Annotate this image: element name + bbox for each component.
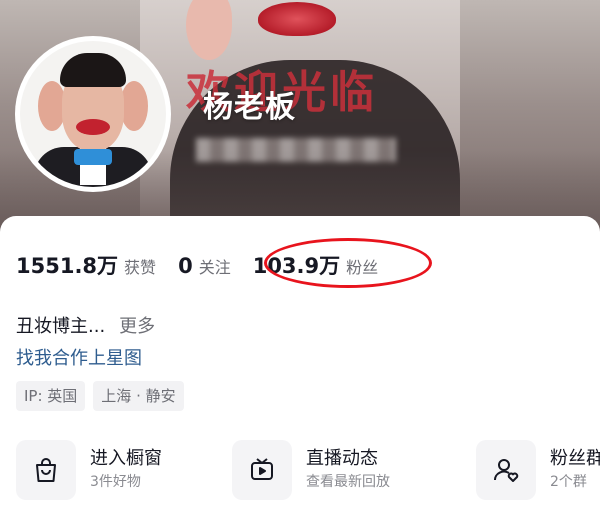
stat-likes[interactable]: 1551.8万 获赞 bbox=[16, 250, 156, 280]
profile-tags: IP: 英国 上海 · 静安 bbox=[16, 381, 192, 411]
feature-live-updates-text: 直播动态 查看最新回放 bbox=[306, 447, 390, 493]
live-tv-icon bbox=[232, 440, 292, 500]
feature-subtitle: 3件好物 bbox=[90, 474, 141, 490]
avatar-ear-right bbox=[120, 81, 148, 131]
tag-city: 上海 · 静安 bbox=[93, 381, 184, 411]
feature-entries: 进入橱窗 3件好物 直播动态 查看最新回放 粉丝群 2个群 bbox=[16, 438, 600, 502]
feature-shop-window[interactable]: 进入橱窗 3件好物 bbox=[16, 438, 162, 502]
profile-bio: 丑妆博主... 更多 bbox=[16, 312, 155, 338]
followers-highlight-circle bbox=[264, 238, 432, 288]
stat-following-value: 0 bbox=[178, 254, 193, 278]
feature-title: 直播动态 bbox=[306, 448, 378, 469]
avatar-image bbox=[20, 41, 166, 187]
profile-info-card: 1551.8万 获赞 0 关注 103.9万 粉丝 丑妆博主... 更多 找我合… bbox=[0, 216, 600, 516]
avatar-lips bbox=[76, 119, 110, 135]
stat-following-label: 关注 bbox=[198, 258, 231, 277]
banner-person-lips bbox=[258, 2, 336, 36]
feature-fan-group-text: 粉丝群 2个群 bbox=[550, 447, 600, 493]
feature-subtitle: 2个群 bbox=[550, 474, 587, 490]
feature-fan-group[interactable]: 粉丝群 2个群 bbox=[476, 438, 600, 502]
tag-ip-location: IP: 英国 bbox=[16, 381, 86, 411]
feature-live-updates[interactable]: 直播动态 查看最新回放 bbox=[232, 438, 390, 502]
bio-more-button[interactable]: 更多 bbox=[119, 312, 155, 338]
feature-title: 进入橱窗 bbox=[90, 448, 162, 469]
avatar[interactable] bbox=[15, 36, 171, 192]
feature-shop-window-text: 进入橱窗 3件好物 bbox=[90, 447, 162, 493]
stat-following[interactable]: 0 关注 bbox=[178, 254, 231, 278]
feature-title: 粉丝群 bbox=[550, 448, 600, 469]
stat-likes-label: 获赞 bbox=[124, 258, 157, 277]
stat-likes-value: 1551.8万 bbox=[16, 254, 119, 278]
shopping-bag-icon bbox=[16, 440, 76, 500]
avatar-bowtie bbox=[74, 149, 112, 165]
cooperate-link[interactable]: 找我合作上星图 bbox=[16, 344, 142, 370]
avatar-hair bbox=[60, 53, 126, 87]
bio-text: 丑妆博主... bbox=[16, 316, 106, 337]
profile-nickname: 杨老板 bbox=[203, 90, 296, 125]
fan-group-icon bbox=[476, 440, 536, 500]
feature-subtitle: 查看最新回放 bbox=[306, 474, 390, 490]
